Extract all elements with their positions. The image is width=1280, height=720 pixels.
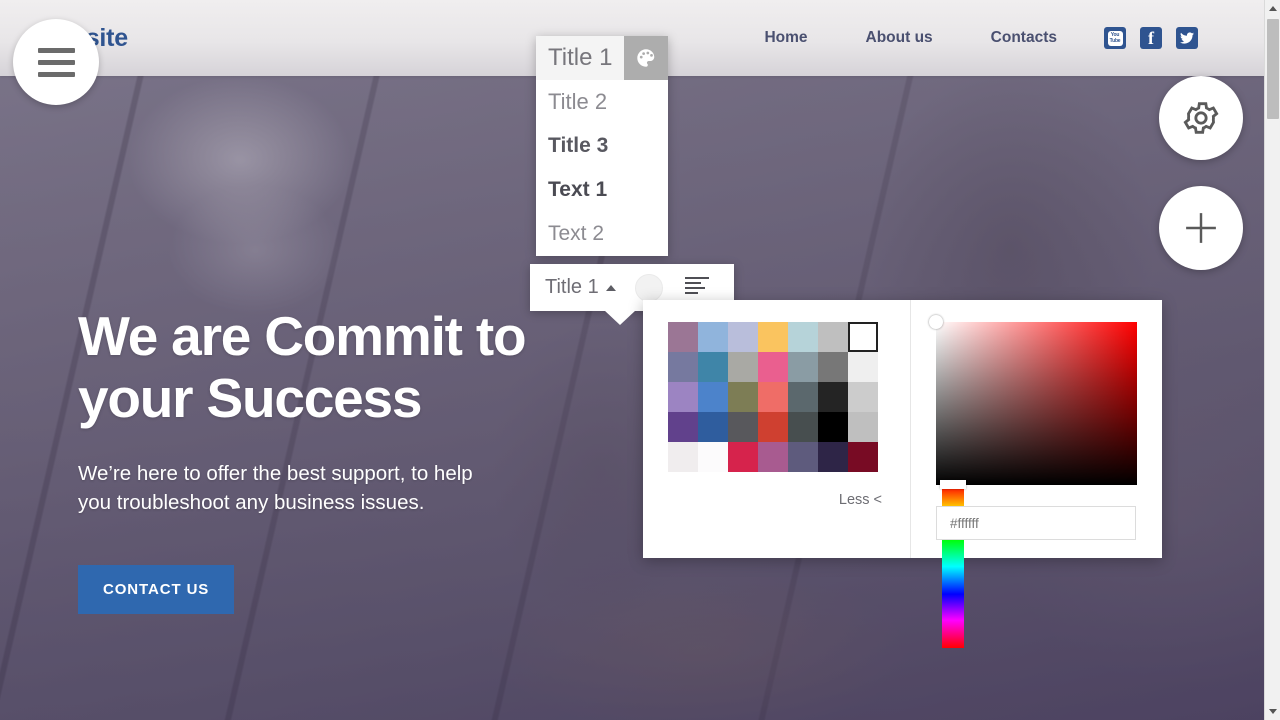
color-swatch[interactable] <box>668 352 698 382</box>
menu-icon-bar <box>37 71 75 77</box>
color-swatch[interactable] <box>788 322 818 352</box>
color-swatch[interactable] <box>818 382 848 412</box>
youtube-icon[interactable]: You Tube <box>1104 27 1126 49</box>
style-option-title-1[interactable]: Title 1 <box>536 36 668 80</box>
color-swatch[interactable] <box>668 442 698 472</box>
hero-subtitle[interactable]: We’re here to offer the best support, to… <box>78 459 548 517</box>
color-swatch[interactable] <box>788 382 818 412</box>
style-option-label: Title 2 <box>548 89 608 114</box>
facebook-icon-glyph: f <box>1148 28 1154 48</box>
scrollbar-thumb[interactable] <box>1267 19 1279 119</box>
saturation-value-gradient <box>936 322 1137 485</box>
add-block-button[interactable] <box>1159 186 1243 270</box>
style-option-label: Text 2 <box>548 222 605 245</box>
triangle-down-icon <box>1269 709 1277 714</box>
style-option-label: Title 1 <box>548 44 613 71</box>
color-swatch[interactable] <box>818 352 848 382</box>
color-swatch[interactable] <box>788 442 818 472</box>
main-navigation: Home About us Contacts You Tube f <box>735 27 1264 49</box>
style-option-label: Title 3 <box>548 134 609 157</box>
style-option-text-1[interactable]: Text 1 <box>536 168 668 212</box>
style-selector-button[interactable]: Title 1 <box>530 276 616 299</box>
color-swatch[interactable] <box>698 382 728 412</box>
color-swatch[interactable] <box>728 412 758 442</box>
page-scrollbar[interactable] <box>1264 0 1280 720</box>
color-swatch[interactable] <box>848 352 878 382</box>
style-option-title-2[interactable]: Title 2 <box>536 80 668 124</box>
color-swatch[interactable] <box>848 382 878 412</box>
website-builder-canvas: Website Home About us Contacts You Tube … <box>0 0 1280 720</box>
color-swatch[interactable] <box>818 412 848 442</box>
chevron-up-icon <box>605 284 616 291</box>
color-swatch[interactable] <box>758 382 788 412</box>
style-option-text-2[interactable]: Text 2 <box>536 212 668 256</box>
color-swatch[interactable] <box>668 412 698 442</box>
color-swatch[interactable] <box>728 322 758 352</box>
color-picker-presets-panel: Less < <box>643 300 911 558</box>
hero-subtitle-line-1: We’re here to offer the best support, to… <box>78 462 473 485</box>
contact-us-button[interactable]: CONTACT US <box>78 565 235 614</box>
color-swatch[interactable] <box>758 412 788 442</box>
color-swatch[interactable] <box>848 442 878 472</box>
settings-button[interactable] <box>1159 76 1243 160</box>
color-swatch[interactable] <box>758 442 788 472</box>
toolbar-pointer <box>604 310 636 325</box>
color-swatch[interactable] <box>788 412 818 442</box>
twitter-icon[interactable] <box>1176 27 1198 49</box>
color-swatch[interactable] <box>848 412 878 442</box>
less-toggle-link[interactable]: Less < <box>839 492 882 508</box>
saturation-value-handle[interactable] <box>929 315 943 329</box>
hue-slider-handle[interactable] <box>940 480 966 489</box>
color-swatch[interactable] <box>818 442 848 472</box>
align-left-icon <box>684 276 711 299</box>
facebook-icon[interactable]: f <box>1140 27 1162 49</box>
color-picker-custom-panel <box>911 300 1162 648</box>
hex-color-input[interactable] <box>936 506 1136 540</box>
color-swatch[interactable] <box>728 382 758 412</box>
color-swatch[interactable] <box>698 352 728 382</box>
style-selector-label: Title 1 <box>545 276 599 298</box>
style-option-title-3[interactable]: Title 3 <box>536 124 668 168</box>
menu-icon-bar <box>37 59 75 65</box>
color-swatch[interactable] <box>668 382 698 412</box>
color-picker-popup: Less < <box>643 300 1162 648</box>
menu-icon[interactable] <box>13 19 99 105</box>
triangle-up-icon <box>1269 6 1277 11</box>
text-style-dropdown: Title 1 Title 2 Title 3 Text 1 Text 2 <box>536 36 668 256</box>
scroll-up-arrow[interactable] <box>1265 0 1280 17</box>
hero-subtitle-line-2: you troubleshoot any business issues. <box>78 491 425 514</box>
color-swatch[interactable] <box>698 442 728 472</box>
hero-content: We are Commit to your Success We’re here… <box>78 305 698 517</box>
social-links: You Tube f <box>1104 27 1198 49</box>
color-swatch[interactable] <box>758 352 788 382</box>
color-swatch[interactable] <box>728 352 758 382</box>
nav-item-home[interactable]: Home <box>735 29 836 47</box>
color-swatch[interactable] <box>668 322 698 352</box>
youtube-icon-line2: Tube <box>1109 38 1121 44</box>
menu-icon-bar <box>37 47 75 53</box>
color-swatch[interactable] <box>698 412 728 442</box>
nav-item-contacts[interactable]: Contacts <box>962 29 1086 47</box>
gear-icon <box>1181 98 1221 138</box>
plus-icon <box>1180 207 1222 249</box>
align-left-button[interactable] <box>684 276 711 299</box>
color-swatch[interactable] <box>788 352 818 382</box>
palette-icon[interactable] <box>624 36 668 80</box>
text-color-swatch-button[interactable] <box>634 273 663 302</box>
color-swatch[interactable] <box>728 442 758 472</box>
color-swatch-grid <box>668 322 878 472</box>
color-swatch[interactable] <box>818 322 848 352</box>
color-swatch[interactable] <box>698 322 728 352</box>
color-swatch[interactable] <box>758 322 788 352</box>
nav-item-about-us[interactable]: About us <box>837 29 962 47</box>
hero-title-line-2: your Success <box>78 367 422 429</box>
scroll-down-arrow[interactable] <box>1265 703 1280 720</box>
saturation-value-area[interactable] <box>929 315 1137 485</box>
style-option-label: Text 1 <box>548 178 608 201</box>
color-swatch[interactable] <box>848 322 878 352</box>
